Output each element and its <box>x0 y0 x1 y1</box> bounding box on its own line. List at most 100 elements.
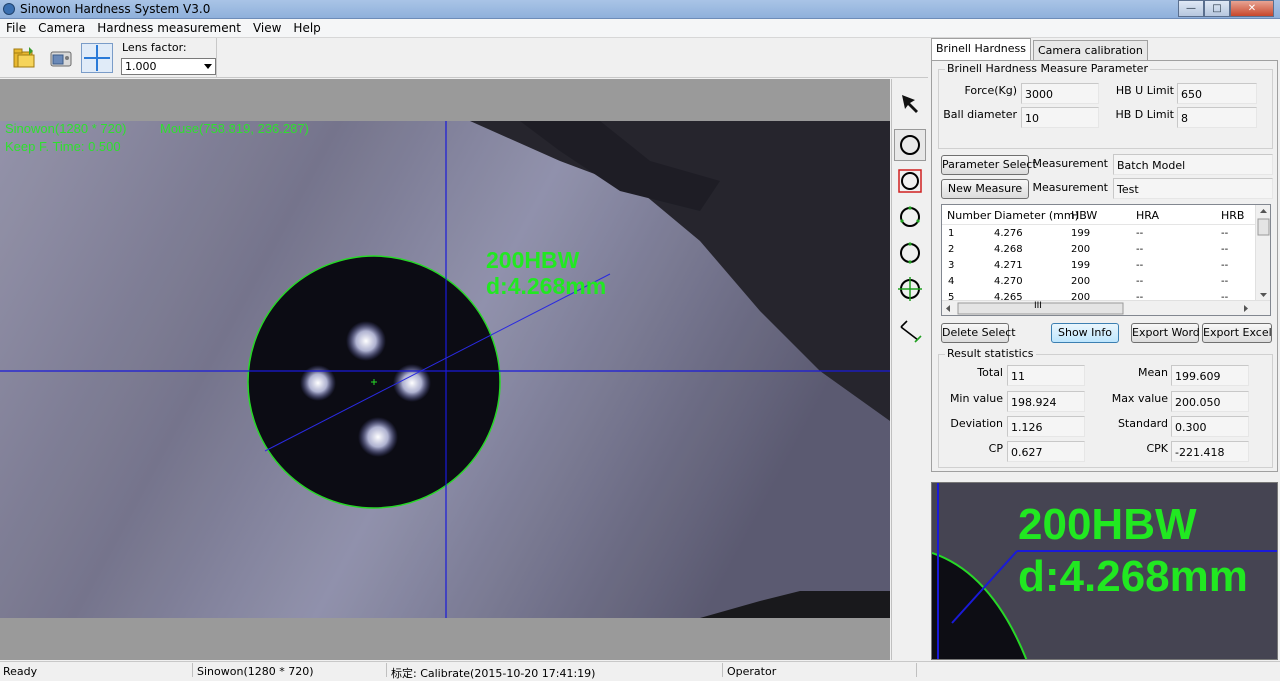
col-hra[interactable]: HRA <box>1136 209 1159 222</box>
menu-camera[interactable]: Camera <box>32 19 91 37</box>
measurement-tools <box>891 79 928 660</box>
hb-upper-limit-field[interactable]: 650 <box>1177 83 1257 104</box>
standard-field[interactable]: 0.300 <box>1171 416 1249 437</box>
status-separator <box>722 663 723 677</box>
toolbar-empty-area <box>216 38 928 78</box>
measure-parameter-group: Brinell Hardness Measure Parameter Force… <box>938 62 1273 149</box>
measurement-model-label: Measurement <box>1032 157 1108 170</box>
col-diameter[interactable]: Diameter (mm) <box>994 209 1079 222</box>
cpk-label: CPK <box>1146 442 1168 455</box>
force-field[interactable]: 3000 <box>1021 83 1099 104</box>
cell-diameter: 4.271 <box>994 260 1023 271</box>
max-value-label: Max value <box>1111 392 1168 405</box>
status-calibration: 标定: Calibrate(2015-10-20 17:41:19) <box>391 667 596 680</box>
table-horizontal-scrollbar[interactable]: III <box>942 300 1270 315</box>
result-statistics-group: Result statistics Total 11 Mean 199.609 … <box>938 347 1273 468</box>
cell-diameter: 4.270 <box>994 276 1023 287</box>
export-excel-button[interactable]: Export Excel <box>1202 323 1272 343</box>
col-hrb[interactable]: HRB <box>1221 209 1244 222</box>
menu-hardness-measurement[interactable]: Hardness measurement <box>91 19 247 37</box>
col-hbw[interactable]: HBW <box>1071 209 1097 222</box>
show-info-button[interactable]: Show Info <box>1051 323 1119 343</box>
circle-icon <box>900 135 920 155</box>
close-button[interactable]: ✕ <box>1230 0 1274 17</box>
zoom-preview: 200HBW d:4.268mm <box>931 482 1278 660</box>
cell-number: 1 <box>948 228 955 239</box>
tab-bar: Brinell Hardness Camera calibration <box>931 38 1150 60</box>
table-row[interactable]: 4 4.270 200 -- -- <box>942 274 1260 290</box>
crosshair-circle-tool[interactable] <box>894 273 926 305</box>
menu-view[interactable]: View <box>247 19 287 37</box>
col-number[interactable]: Number <box>947 209 991 222</box>
export-word-button[interactable]: Export Word <box>1131 323 1200 343</box>
pointer-tool[interactable] <box>894 87 926 119</box>
tab-camera-calibration[interactable]: Camera calibration <box>1033 40 1148 60</box>
cell-hra: -- <box>1136 244 1144 255</box>
table-row[interactable]: 1 4.276 199 -- -- <box>942 226 1260 242</box>
cpk-field[interactable]: -221.418 <box>1171 441 1249 462</box>
horizontal-scroll-arrows-icon <box>946 302 1248 315</box>
menu-help[interactable]: Help <box>287 19 326 37</box>
hb-lower-limit-field[interactable]: 8 <box>1177 107 1257 128</box>
crosshair-icon <box>84 45 110 71</box>
cell-diameter: 4.276 <box>994 228 1023 239</box>
lens-factor-select[interactable]: 1.000 <box>121 58 216 75</box>
two-point-circle-tool[interactable] <box>894 237 926 269</box>
measurement-model-field[interactable]: Batch Model <box>1113 154 1273 175</box>
scrollbar-arrows-icon <box>1257 209 1270 297</box>
cell-hbw: 199 <box>1071 228 1091 239</box>
ball-diameter-field[interactable]: 10 <box>1021 107 1099 128</box>
cell-number: 3 <box>948 260 955 271</box>
total-field[interactable]: 11 <box>1007 365 1085 386</box>
status-separator <box>192 663 193 677</box>
window-title: Sinowon Hardness System V3.0 <box>20 2 211 16</box>
mean-field[interactable]: 199.609 <box>1171 365 1249 386</box>
min-value-field[interactable]: 198.924 <box>1007 391 1085 412</box>
three-point-circle-icon <box>900 206 920 227</box>
table-row[interactable]: 2 4.268 200 -- -- <box>942 242 1260 258</box>
app-icon <box>3 3 15 15</box>
chevron-down-icon <box>204 64 212 69</box>
deviation-label: Deviation <box>950 417 1003 430</box>
status-resolution: Sinowon(1280 * 720) <box>197 665 314 678</box>
crosshair-toggle-button[interactable] <box>81 43 113 73</box>
table-vertical-scrollbar[interactable] <box>1255 205 1270 301</box>
deviation-field[interactable]: 1.126 <box>1007 416 1085 437</box>
microscope-image-render <box>0 121 890 618</box>
open-file-button[interactable] <box>8 43 40 73</box>
table-row[interactable]: 3 4.271 199 -- -- <box>942 258 1260 274</box>
cell-hbw: 200 <box>1071 244 1091 255</box>
measurement-name-field[interactable]: Test <box>1113 178 1273 199</box>
tab-brinell-hardness[interactable]: Brinell Hardness <box>931 38 1031 60</box>
cell-hra: -- <box>1136 276 1144 287</box>
right-panel: Brinell Hardness Camera calibration Brin… <box>929 38 1280 480</box>
status-separator <box>386 663 387 677</box>
title-bar: Sinowon Hardness System V3.0 — □ ✕ <box>0 0 1280 19</box>
hb-upper-limit-label: HB U Limit <box>1115 84 1174 97</box>
zoom-hbw-label: 200HBW <box>1018 500 1197 549</box>
cell-hbw: 200 <box>1071 276 1091 287</box>
delete-select-button[interactable]: Delete Select <box>941 323 1016 343</box>
three-point-circle-tool[interactable] <box>894 201 926 233</box>
results-table[interactable]: Number Diameter (mm) HBW HRA HRB 1 4.276… <box>941 204 1271 316</box>
microscope-image[interactable]: Sinowon(1280 * 720) Mouse(758.819, 236.2… <box>0 121 890 618</box>
parameter-select-button[interactable]: Parameter Select <box>941 155 1037 175</box>
circle-tool[interactable] <box>894 129 926 161</box>
cell-hrb: -- <box>1221 260 1229 271</box>
menu-file[interactable]: File <box>0 19 32 37</box>
minimize-button[interactable]: — <box>1178 0 1204 17</box>
circle-box-tool[interactable] <box>894 165 926 197</box>
cp-label: CP <box>988 442 1003 455</box>
maximize-button[interactable]: □ <box>1204 0 1230 17</box>
cell-hbw: 199 <box>1071 260 1091 271</box>
cell-diameter: 4.268 <box>994 244 1023 255</box>
scroll-thumb-grip: III <box>1034 301 1042 311</box>
max-value-field[interactable]: 200.050 <box>1171 391 1249 412</box>
cp-field[interactable]: 0.627 <box>1007 441 1085 462</box>
cell-hrb: -- <box>1221 228 1229 239</box>
camera-button[interactable] <box>45 43 77 73</box>
line-measure-tool[interactable] <box>894 315 926 347</box>
overlay-info-resolution: Sinowon(1280 * 720) <box>5 121 127 136</box>
new-measure-button[interactable]: New Measure <box>941 179 1029 199</box>
status-operator: Operator <box>727 665 777 678</box>
